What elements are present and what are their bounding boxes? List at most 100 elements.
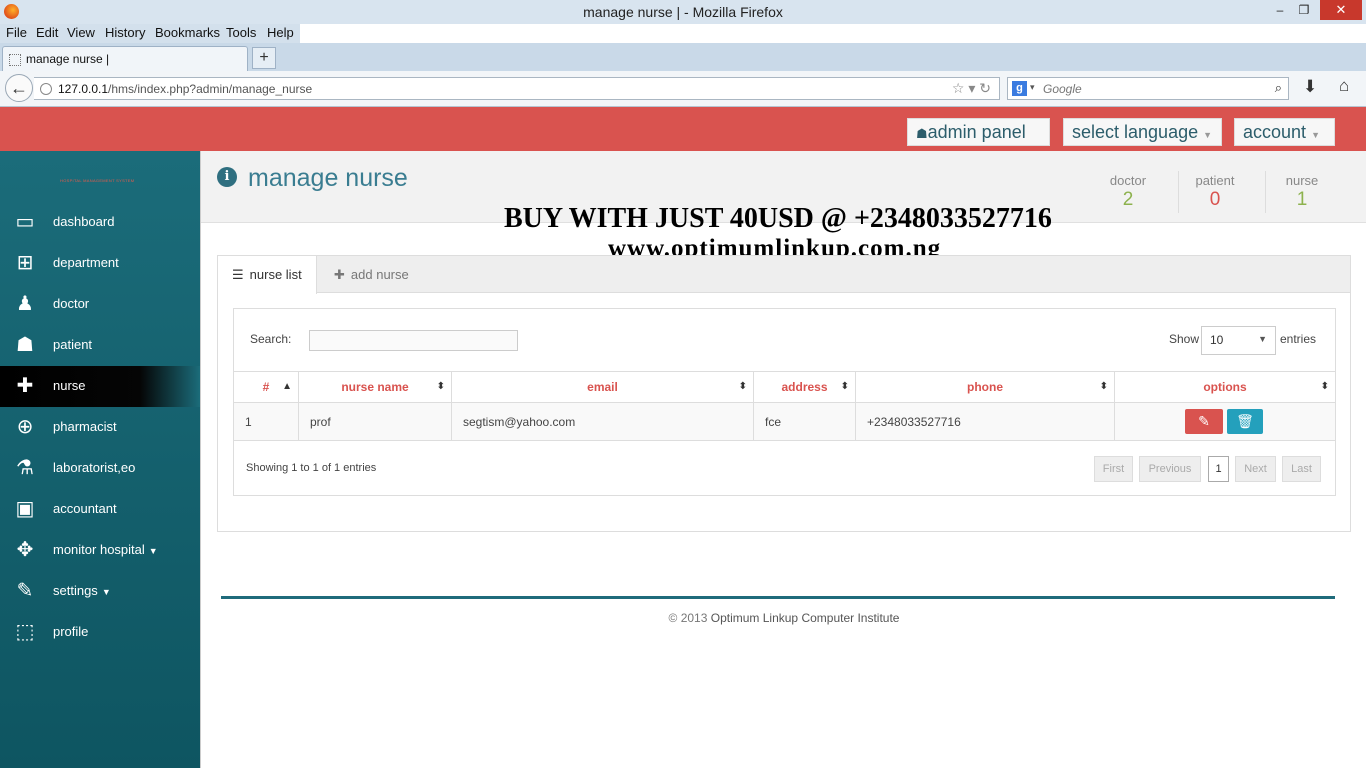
sidebar-item-text: laboratorist,eo [53,460,136,475]
stat-label: nurse [1285,173,1319,188]
browser-tabstrip: manage nurse | + [0,43,1366,71]
menu-edit[interactable]: Edit [36,25,58,40]
footer-org-link[interactable]: Optimum Linkup Computer Institute [711,611,900,625]
home-icon[interactable]: ⌂ [1339,76,1349,96]
sidebar-item-label: department [53,255,119,270]
page-length-select[interactable]: 10 ▼ [1201,326,1276,355]
url-path: /hms/index.php?admin/manage_nurse [108,82,313,96]
google-icon[interactable]: g [1012,81,1027,96]
info-icon: i [217,167,237,187]
account-dropdown[interactable]: account ▼ [1234,118,1335,146]
engine-dropdown-icon[interactable]: ▾ [1030,82,1035,93]
sidebar: HOSPITAL MANAGEMENT SYSTEM ▭ dashboard ⊞ de… [0,151,200,768]
cell-name: prof [299,403,452,441]
sidebar-item-pharmacist[interactable]: ⊕ pharmacist [0,407,200,448]
dropdown-icon[interactable]: ▾ [968,80,975,96]
column-label: nurse name [341,380,409,394]
admin-panel-button[interactable]: ☗admin panel [907,118,1050,146]
pagination-next[interactable]: Next [1235,456,1276,482]
beaker-icon: ⚗ [16,457,34,479]
download-icon[interactable]: ⬇ [1303,77,1317,97]
sidebar-item-monitor[interactable]: ✥ monitor hospital ▼ [0,530,200,571]
menu-history[interactable]: History [105,25,145,40]
browser-navbar: ← 127.0.0.1/hms/index.php?admin/manage_n… [0,71,1366,107]
sidebar-item-nurse[interactable]: ✚ nurse [0,366,200,407]
move-icon: ✥ [16,539,34,561]
table-row: 1 prof segtism@yahoo.com fce +2348033527… [234,403,1335,441]
bookmark-star-icon[interactable]: ☆ [952,80,965,96]
sidebar-item-text: nurse [53,378,86,393]
close-window-button[interactable]: ✕ [1320,0,1362,20]
pagination-previous[interactable]: Previous [1139,456,1201,482]
plus-square-icon: ✚ [16,375,34,397]
column-label: phone [967,380,1003,394]
sidebar-item-dashboard[interactable]: ▭ dashboard [0,202,200,243]
menu-tools[interactable]: Tools [226,25,256,40]
nurse-panel: ☰ nurse list ✚ add nurse Search: Show 10 ▼… [217,255,1351,532]
select-language-label: select language [1072,122,1199,142]
sidebar-item-text: doctor [53,296,90,311]
url-bar[interactable]: 127.0.0.1/hms/index.php?admin/manage_nur… [34,77,1000,100]
tab-nurse-list[interactable]: ☰ nurse list [218,256,317,294]
user-icon: ☗ [16,334,34,356]
monitor-icon: ▭ [15,211,35,233]
table-search-input[interactable] [309,330,518,351]
stat-patient: patient 0 [1175,173,1255,211]
sidebar-item-laboratorist[interactable]: ⚗ laboratorist,eo [0,448,200,489]
sidebar-item-profile[interactable]: ⬚ profile [0,612,200,653]
cell-email: segtism@yahoo.com [452,403,754,441]
column-header-phone[interactable]: phone ⬍ [856,372,1115,402]
pagination-first[interactable]: First [1094,456,1133,482]
sidebar-item-settings[interactable]: ✎ settings ▼ [0,571,200,612]
medkit-icon: ⊕ [16,416,34,438]
search-bar[interactable]: g ▾ Google ⌕ [1007,77,1289,100]
sidebar-item-label: monitor hospital ▼ [53,542,158,557]
column-header-name[interactable]: nurse name ⬍ [299,372,452,402]
column-header-options[interactable]: options ⬍ [1115,372,1335,402]
magnifier-icon[interactable]: ⌕ [1275,80,1282,96]
sort-icon: ⬍ [738,381,747,392]
select-language-dropdown[interactable]: select language ▼ [1063,118,1222,146]
menu-bookmarks[interactable]: Bookmarks [155,25,220,40]
pagination-last[interactable]: Last [1282,456,1321,482]
tab-label: add nurse [350,267,409,282]
sidebar-item-text: monitor hospital [53,542,145,557]
minimize-button[interactable]: – [1270,0,1290,20]
edit-button[interactable]: ✎ [1185,409,1223,434]
page-title: manage nurse [248,164,408,192]
sidebar-item-text: profile [53,624,89,639]
stat-value: 0 [1209,189,1221,210]
stat-value: 1 [1296,189,1308,210]
menu-bar: File Edit View History Bookmarks Tools H… [0,24,300,43]
globe-icon [40,83,52,95]
list-icon: ☰ [232,267,244,282]
reload-icon[interactable]: ↻ [979,80,991,96]
sort-asc-icon: ▲ [282,381,292,392]
sidebar-item-department[interactable]: ⊞ department [0,243,200,284]
sidebar-item-accountant[interactable]: ▣ accountant [0,489,200,530]
tab-add-nurse[interactable]: ✚ add nurse [320,256,423,294]
search-placeholder: Google [1043,82,1082,96]
new-tab-button[interactable]: + [252,47,276,69]
back-button[interactable]: ← [5,74,33,102]
stat-doctor: doctor 2 [1088,173,1168,211]
window-titlebar: manage nurse | - Mozilla Firefox – ❐ ✕ [0,0,1366,24]
menu-help[interactable]: Help [267,25,294,40]
sidebar-item-patient[interactable]: ☗ patient [0,325,200,366]
sidebar-item-label: pharmacist [53,419,117,434]
column-header-address[interactable]: address ⬍ [754,372,856,402]
show-label: Show [1169,332,1200,346]
menu-file[interactable]: File [6,25,27,40]
browser-tab-label: manage nurse | [26,52,110,66]
stat-label: doctor [1109,173,1147,188]
footer-divider [221,596,1335,599]
browser-tab[interactable]: manage nurse | [2,46,248,71]
column-header-email[interactable]: email ⬍ [452,372,754,402]
maximize-button[interactable]: ❐ [1294,0,1314,20]
delete-button[interactable]: 🗑 [1227,409,1263,434]
table-header: # ▲ nurse name ⬍ email ⬍ address ⬍ phone ⬍ op… [234,371,1335,403]
pagination-page-1[interactable]: 1 [1208,456,1229,482]
column-header-number[interactable]: # ▲ [234,372,299,402]
menu-view[interactable]: View [67,25,95,40]
sidebar-item-doctor[interactable]: ♟ doctor [0,284,200,325]
